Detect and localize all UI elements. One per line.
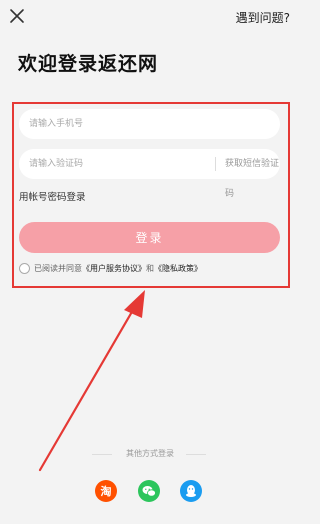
user-agreement-link[interactable]: 《用户服务协议》 — [82, 264, 146, 273]
agreement-and: 和 — [146, 264, 154, 273]
close-button[interactable] — [9, 8, 25, 24]
page-title: 欢迎登录返还网 — [18, 53, 159, 75]
top-bar: 遇到问题? — [0, 0, 300, 36]
field-divider — [215, 157, 216, 171]
privacy-policy-link[interactable]: 《隐私政策》 — [154, 264, 202, 273]
phone-field — [19, 109, 280, 139]
password-login-link[interactable]: 用帐号密码登录 — [19, 189, 86, 203]
qq-login-button[interactable] — [180, 480, 202, 502]
wechat-icon — [142, 486, 156, 497]
agree-radio[interactable] — [19, 263, 30, 274]
phone-input[interactable] — [29, 109, 269, 139]
wechat-login-button[interactable] — [138, 480, 160, 502]
agreement-row: 已阅读并同意《用户服务协议》和《隐私政策》 — [19, 263, 202, 275]
code-input[interactable] — [29, 149, 189, 179]
help-link[interactable]: 遇到问题? — [236, 9, 290, 26]
other-login-divider-right — [186, 454, 206, 455]
qq-icon — [186, 485, 196, 497]
code-field: 获取短信验证码 — [19, 149, 280, 199]
login-button[interactable]: 登录 — [19, 222, 280, 253]
get-code-button[interactable]: 获取短信验证码 — [225, 149, 280, 209]
agreement-prefix: 已阅读并同意 — [34, 264, 82, 273]
taobao-glyph: 淘 — [101, 484, 112, 498]
close-icon — [10, 9, 24, 23]
other-login-label: 其他方式登录 — [126, 449, 174, 458]
taobao-login-button[interactable]: 淘 — [95, 480, 117, 502]
taobao-icon: 淘 — [101, 484, 112, 498]
other-login-section: 其他方式登录 — [0, 448, 300, 460]
